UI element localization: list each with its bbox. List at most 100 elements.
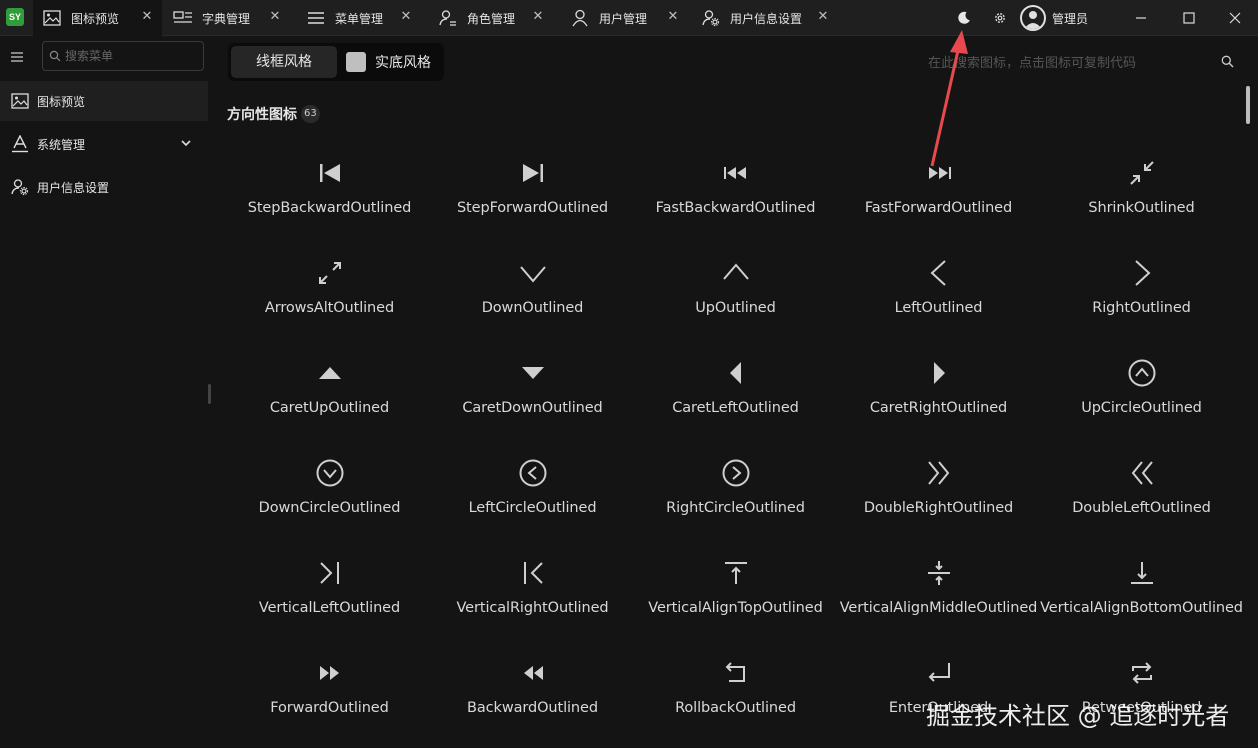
icon-card[interactable]: UpOutlined	[634, 240, 837, 340]
tab-dictionary[interactable]: 字典管理 ✕	[164, 0, 290, 36]
icon-card[interactable]: CaretLeftOutlined	[634, 340, 837, 440]
double-left-icon	[1040, 456, 1243, 490]
tab-menu[interactable]: 菜单管理 ✕	[297, 0, 421, 36]
left-circle-icon	[431, 456, 634, 490]
caret-left-icon	[634, 356, 837, 390]
retweet-icon	[1040, 656, 1243, 690]
title-bar: SY 图标预览 ✕ 字典管理 ✕ 菜单管理 ✕ 角色管理 ✕ 用户管理 ✕ 用户信息设置 ✕ 管理员	[0, 0, 1258, 36]
close-tab-icon[interactable]: ✕	[666, 10, 680, 24]
maximize-icon	[1183, 12, 1195, 24]
icon-card[interactable]: FastBackwardOutlined	[634, 140, 837, 240]
close-tab-icon[interactable]: ✕	[140, 10, 154, 24]
icon-name: UpOutlined	[695, 300, 776, 316]
tab-label: 字典管理	[202, 11, 251, 26]
icon-name: VerticalAlignMiddleOutlined	[839, 600, 1038, 616]
icon-card[interactable]: StepBackwardOutlined	[228, 140, 431, 240]
icon-card[interactable]: LeftCircleOutlined	[431, 440, 634, 540]
filled-style-label: 实底风格	[375, 55, 431, 71]
icon-card[interactable]: LeftOutlined	[837, 240, 1040, 340]
close-tab-icon[interactable]: ✕	[816, 10, 830, 24]
collapse-menu-button[interactable]	[10, 49, 26, 65]
icon-card[interactable]: VerticalAlignBottomOutlined	[1040, 540, 1243, 640]
icon-card[interactable]: ShrinkOutlined	[1040, 140, 1243, 240]
icon-name: DoubleRightOutlined	[863, 500, 1014, 516]
menu-search-input[interactable]	[65, 49, 195, 63]
step-forward-icon	[431, 156, 634, 190]
user-settings-icon	[10, 177, 30, 197]
settings-button[interactable]	[986, 4, 1014, 32]
tab-image[interactable]: 图标预览 ✕	[33, 0, 162, 36]
filled-style-option[interactable]: 实底风格	[346, 46, 442, 78]
sidebar-item-system-management[interactable]: 系统管理	[0, 124, 208, 164]
icon-card[interactable]: BackwardOutlined	[431, 640, 634, 740]
caret-down-icon	[431, 356, 634, 390]
icon-name: StepBackwardOutlined	[247, 200, 412, 216]
icon-card[interactable]: UpCircleOutlined	[1040, 340, 1243, 440]
icon-name: FastForwardOutlined	[864, 200, 1013, 216]
tab-role[interactable]: 角色管理 ✕	[429, 0, 553, 36]
moon-icon	[958, 11, 970, 24]
icon-card[interactable]: VerticalRightOutlined	[431, 540, 634, 640]
icon-card[interactable]: CaretRightOutlined	[837, 340, 1040, 440]
vertical-right-icon	[431, 556, 634, 590]
vertical-align-top-icon	[634, 556, 837, 590]
icon-card[interactable]: ForwardOutlined	[228, 640, 431, 740]
icon-name: RightOutlined	[1092, 300, 1191, 316]
right-circle-icon	[634, 456, 837, 490]
icon-card[interactable]: CaretDownOutlined	[431, 340, 634, 440]
scrollbar-thumb[interactable]	[1246, 86, 1250, 124]
icon-card[interactable]: DownCircleOutlined	[228, 440, 431, 540]
icon-name: DoubleLeftOutlined	[1072, 500, 1211, 516]
user-menu[interactable]: 管理员	[1020, 5, 1088, 31]
vertical-left-icon	[228, 556, 431, 590]
annotation-arrow-icon	[930, 30, 968, 167]
icon-count-badge: 63	[301, 105, 320, 123]
user-avatar-icon	[1024, 11, 1042, 29]
sidebar-item-user-settings[interactable]: 用户信息设置	[0, 167, 208, 207]
close-window-button[interactable]	[1212, 0, 1258, 36]
icon-card[interactable]: RightCircleOutlined	[634, 440, 837, 540]
close-tab-icon[interactable]: ✕	[399, 10, 413, 24]
tab-label: 菜单管理	[335, 11, 384, 26]
close-tab-icon[interactable]: ✕	[268, 10, 282, 24]
image-icon	[41, 7, 63, 29]
sidebar-item-label: 系统管理	[37, 137, 86, 152]
double-right-icon	[837, 456, 1040, 490]
backward-icon	[431, 656, 634, 690]
icon-card[interactable]: DoubleRightOutlined	[837, 440, 1040, 540]
sidebar-resize-handle[interactable]	[208, 384, 211, 404]
tab-label: 用户信息设置	[730, 11, 803, 26]
icon-card[interactable]: DoubleLeftOutlined	[1040, 440, 1243, 540]
fast-backward-icon	[634, 156, 837, 190]
icon-card[interactable]: VerticalAlignMiddleOutlined	[837, 540, 1040, 640]
tab-label: 用户管理	[599, 11, 648, 26]
minimize-button[interactable]	[1118, 0, 1164, 36]
chevron-down-icon	[180, 137, 192, 152]
icon-name: VerticalAlignTopOutlined	[648, 600, 823, 616]
icon-card[interactable]: VerticalLeftOutlined	[228, 540, 431, 640]
icon-card[interactable]: DownOutlined	[431, 240, 634, 340]
tab-user[interactable]: 用户管理 ✕	[561, 0, 688, 36]
icon-card[interactable]: RollbackOutlined	[634, 640, 837, 740]
icon-card[interactable]: VerticalAlignTopOutlined	[634, 540, 837, 640]
icon-card[interactable]: StepForwardOutlined	[431, 140, 634, 240]
user-name: 管理员	[1052, 11, 1089, 26]
icon-name: ShrinkOutlined	[1088, 200, 1195, 216]
icon-name: UpCircleOutlined	[1081, 400, 1202, 416]
outlined-style-option[interactable]: 线框风格	[231, 46, 337, 78]
icon-name: DownCircleOutlined	[258, 500, 401, 516]
icon-name: VerticalLeftOutlined	[258, 600, 401, 616]
close-tab-icon[interactable]: ✕	[531, 10, 545, 24]
close-icon	[1229, 12, 1241, 24]
icon-name: CaretDownOutlined	[462, 400, 603, 416]
maximize-button[interactable]	[1166, 0, 1212, 36]
icon-name: RightCircleOutlined	[666, 500, 805, 516]
icon-card[interactable]: CaretUpOutlined	[228, 340, 431, 440]
sidebar-item-icon-preview[interactable]: 图标预览	[0, 81, 208, 121]
menu-search-box[interactable]	[42, 41, 204, 71]
search-icon[interactable]	[1221, 53, 1234, 72]
up-circle-icon	[1040, 356, 1243, 390]
icon-card[interactable]: RightOutlined	[1040, 240, 1243, 340]
tab-user-settings[interactable]: 用户信息设置 ✕	[692, 0, 838, 36]
icon-card[interactable]: ArrowsAltOutlined	[228, 240, 431, 340]
